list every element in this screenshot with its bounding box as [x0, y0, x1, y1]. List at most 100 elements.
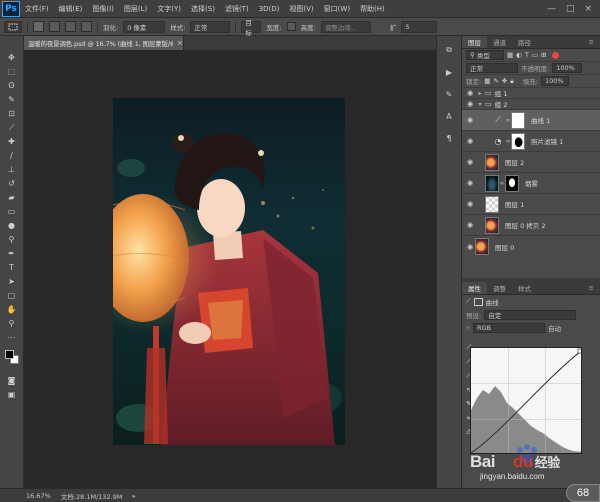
feather-input[interactable]: 0 像素: [123, 20, 166, 33]
lock-transparency-icon[interactable]: ▦: [484, 77, 490, 85]
history-brush-icon[interactable]: ↺: [4, 178, 20, 189]
layer-row[interactable]: ◉ ◔ ∞ 照片滤镜 1: [462, 131, 600, 152]
document-tab[interactable]: 温暖的夜景调色.psd @ 16.7% (曲线 1, 图层蒙版/8) * ×: [24, 36, 184, 50]
intersect-selection-button[interactable]: [81, 21, 92, 32]
tab-properties[interactable]: 属性: [462, 282, 487, 294]
filter-smart-object-icon[interactable]: ⊞: [541, 51, 546, 59]
lock-position-icon[interactable]: ✥: [502, 77, 507, 85]
tab-paths[interactable]: 路径: [512, 36, 537, 48]
layer-thumbnail[interactable]: [485, 153, 499, 171]
quick-mask-icon[interactable]: ◙: [4, 375, 20, 386]
layer-row[interactable]: ◉ 图层 1: [462, 194, 600, 215]
type-tool-icon[interactable]: T: [4, 262, 20, 273]
tab-channels[interactable]: 通道: [487, 36, 512, 48]
layer-row[interactable]: ◉ ▾ ▭ 组 2: [462, 99, 600, 110]
hand-icon[interactable]: ✋: [4, 304, 20, 315]
layer-thumbnail[interactable]: [485, 174, 499, 192]
layer-row-selected[interactable]: ◉ ⟋ ∞ 曲线 1: [462, 110, 600, 131]
lock-paint-icon[interactable]: ✎: [493, 77, 498, 85]
panel-menu-icon[interactable]: ≡: [583, 282, 600, 294]
layer-thumbnail[interactable]: [485, 195, 499, 213]
close-button[interactable]: ×: [584, 4, 592, 14]
collapse-arrow-icon[interactable]: ▸: [475, 90, 485, 97]
layer-mask-thumbnail[interactable]: [505, 174, 519, 192]
filter-adjustment-icon[interactable]: ◐: [516, 51, 522, 59]
on-image-adjust-icon[interactable]: ☝: [466, 324, 470, 332]
new-selection-button[interactable]: [33, 21, 44, 32]
lock-all-icon[interactable]: 🔒︎: [510, 77, 513, 86]
crop-icon[interactable]: ⊡: [4, 108, 20, 119]
layer-mask-thumbnail[interactable]: [511, 132, 525, 150]
zoom-level[interactable]: 16.67%: [26, 492, 51, 500]
more-tools-icon[interactable]: ⋯: [4, 332, 20, 343]
visibility-eye-icon[interactable]: ◉: [465, 89, 475, 97]
tab-styles[interactable]: 样式: [512, 282, 537, 294]
add-selection-button[interactable]: [49, 21, 60, 32]
screen-mode-icon[interactable]: ▣: [4, 389, 20, 400]
expand-arrow-icon[interactable]: ▾: [475, 101, 485, 108]
filter-pixel-icon[interactable]: ▦: [507, 51, 513, 59]
visibility-eye-icon[interactable]: ◉: [465, 221, 475, 229]
lasso-icon[interactable]: ʘ: [4, 80, 20, 91]
rectangular-marquee-icon[interactable]: ⬚: [4, 66, 20, 77]
document-canvas-image[interactable]: [113, 98, 345, 445]
menu-image[interactable]: 图像(I): [87, 4, 119, 14]
filter-kind-select[interactable]: ⚲ 类型: [466, 50, 504, 60]
transparent-checkbox[interactable]: [286, 22, 296, 31]
subtract-selection-button[interactable]: [65, 21, 76, 32]
filter-toggle-icon[interactable]: [552, 51, 560, 59]
status-menu-arrow-icon[interactable]: ▸: [132, 492, 135, 500]
layer-row[interactable]: ◉ 图层 0: [462, 236, 600, 257]
auto-button[interactable]: 自动: [548, 323, 561, 333]
blur-icon[interactable]: ●: [4, 220, 20, 231]
menu-file[interactable]: 文件(F): [20, 4, 54, 14]
menu-help[interactable]: 帮助(H): [355, 4, 390, 14]
refine-edge-button[interactable]: 调整边缘...: [320, 20, 371, 33]
history-panel-icon[interactable]: ⧉: [442, 44, 456, 56]
style-select[interactable]: 正常: [190, 20, 231, 33]
width-input[interactable]: 目标: [241, 19, 262, 37]
menu-view[interactable]: 视图(V): [284, 4, 318, 14]
character-panel-icon[interactable]: A: [442, 110, 456, 122]
layer-thumbnail[interactable]: [475, 238, 489, 255]
layer-row[interactable]: ◉ 图层 2: [462, 152, 600, 173]
visibility-eye-icon[interactable]: ◉: [465, 158, 475, 166]
gradient-icon[interactable]: ▭: [4, 206, 20, 217]
curves-graph[interactable]: [470, 347, 582, 454]
visibility-eye-icon[interactable]: ◉: [465, 116, 475, 124]
zoom-icon[interactable]: ⚲: [4, 318, 20, 329]
tool-preset-picker[interactable]: [4, 20, 22, 33]
opacity-input[interactable]: 100%: [552, 63, 583, 73]
menu-type[interactable]: 文字(Y): [152, 4, 186, 14]
visibility-eye-icon[interactable]: ◉: [465, 179, 475, 187]
menu-3d[interactable]: 3D(D): [254, 5, 285, 13]
layer-row[interactable]: ◉ ▸ ▭ 组 1: [462, 88, 600, 99]
channel-select[interactable]: RGB: [472, 322, 545, 333]
menu-layer[interactable]: 图层(L): [119, 4, 152, 14]
filter-type-icon[interactable]: T: [525, 51, 529, 59]
clone-stamp-icon[interactable]: ⊥: [4, 164, 20, 175]
quick-selection-icon[interactable]: ✎: [4, 94, 20, 105]
color-swatches[interactable]: [3, 348, 21, 366]
fill-input[interactable]: 100%: [540, 76, 569, 86]
eyedropper-icon[interactable]: ⟋: [4, 122, 20, 133]
extend-value-input[interactable]: 5: [401, 20, 438, 33]
paragraph-panel-icon[interactable]: ¶: [442, 132, 456, 144]
mask-mode-icon[interactable]: [473, 297, 483, 306]
menu-window[interactable]: 窗口(W): [319, 4, 355, 14]
visibility-eye-icon[interactable]: ◉: [465, 243, 475, 251]
foreground-color-swatch[interactable]: [4, 350, 14, 359]
layer-mask-thumbnail[interactable]: [511, 111, 525, 129]
menu-select[interactable]: 选择(S): [186, 4, 220, 14]
filter-shape-icon[interactable]: ▭: [532, 51, 538, 59]
panel-menu-icon[interactable]: ≡: [583, 36, 600, 48]
visibility-eye-icon[interactable]: ◉: [465, 100, 475, 108]
preset-select[interactable]: 自定: [484, 309, 577, 320]
layer-row[interactable]: ◉ ∞ 烟雾: [462, 173, 600, 194]
pen-icon[interactable]: ✒: [4, 248, 20, 259]
menu-edit[interactable]: 编辑(E): [54, 4, 88, 14]
visibility-eye-icon[interactable]: ◉: [465, 137, 475, 145]
eraser-icon[interactable]: ▰: [4, 192, 20, 203]
close-document-icon[interactable]: ×: [177, 39, 183, 47]
actions-panel-icon[interactable]: ▶: [442, 66, 456, 78]
